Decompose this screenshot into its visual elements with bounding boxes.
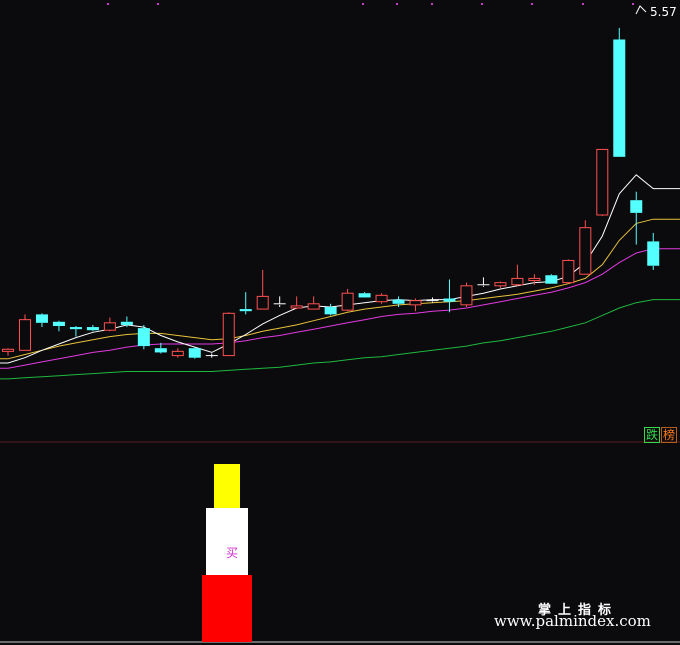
candle-body [375,294,388,303]
candle [273,296,286,307]
ranking-tag[interactable]: 榜 [661,427,678,443]
candle [579,220,592,275]
candle-body [239,309,252,312]
candle-body [579,227,592,275]
candle [511,264,524,286]
candle [18,314,31,351]
ma-yellow-line [0,218,680,360]
candle [562,259,575,284]
marker-dot [582,3,584,5]
ma-green-line [0,299,680,380]
candle [52,320,65,332]
candle-body [596,148,609,216]
candle-body [494,282,507,287]
moving-average-lines [0,174,680,380]
indicator-bar-white [206,508,248,575]
candle [494,281,507,288]
candle [222,312,235,357]
candle-body [35,314,48,323]
candle-body [307,303,320,310]
indicator-bar-red [202,575,252,642]
candle [341,288,354,312]
candle-body [562,259,575,284]
candle [358,292,371,298]
candle-body [171,350,184,357]
candle [239,292,252,315]
candle [596,148,609,217]
candle-body [613,39,626,157]
candle [188,347,201,359]
candle-body [256,295,269,310]
candle [171,348,184,358]
candle-body [137,328,150,347]
candle [103,317,116,332]
candle [86,324,99,332]
candle [630,191,643,245]
candle-body [341,292,354,311]
marker-dot [362,3,364,5]
candle-body [103,322,116,331]
decline-tag[interactable]: 跌 [644,427,661,443]
candle-body [545,275,558,284]
candle-body [511,277,524,286]
marker-dot [107,3,109,5]
indicator-bar-yellow [214,464,240,508]
candle [35,313,48,328]
candle-body [409,300,422,306]
ma-white-line [0,174,680,364]
candle-body [188,348,201,358]
candle-body [154,348,167,353]
candle-body [290,305,303,309]
candle-body [2,348,14,352]
candle-body [52,321,65,326]
candle [477,277,490,287]
candle-body [222,312,235,357]
candle-body [120,321,133,325]
candle [2,348,14,356]
marker-dot [157,3,159,5]
candle-body [358,293,371,298]
ma-magenta-line [0,248,680,369]
top-marker-dots [107,3,634,5]
candlestick-chart [0,3,680,643]
candle [443,279,456,313]
candle [324,303,337,316]
marker-dot [632,3,634,5]
candle-body [630,200,643,213]
brand-url: www.palmindex.com [494,612,651,630]
candle-body [86,327,99,331]
candle-body [443,298,456,302]
candle [460,282,473,307]
candles [2,27,660,359]
candle [545,274,558,284]
candle-body [18,319,31,351]
candle-body [460,285,473,306]
marker-dot [531,3,533,5]
candle [256,269,269,310]
candle [69,325,82,337]
candle [409,298,422,312]
candle-body [392,299,405,304]
buy-signal-label: 买 [226,546,239,560]
candle [647,232,660,270]
candle [137,324,150,350]
candle-body [324,306,337,315]
marker-dot [481,3,483,5]
candle-body [528,277,541,282]
high-marker-icon [635,5,647,15]
candle-body [647,241,660,266]
candle [307,296,320,310]
candle [290,296,303,310]
high-price-label: 5.57 [650,5,677,19]
candle [205,353,218,358]
candle-body [69,327,82,330]
marker-dot [396,3,398,5]
candle [613,27,626,157]
candle [375,293,388,304]
marker-dot [431,3,433,5]
